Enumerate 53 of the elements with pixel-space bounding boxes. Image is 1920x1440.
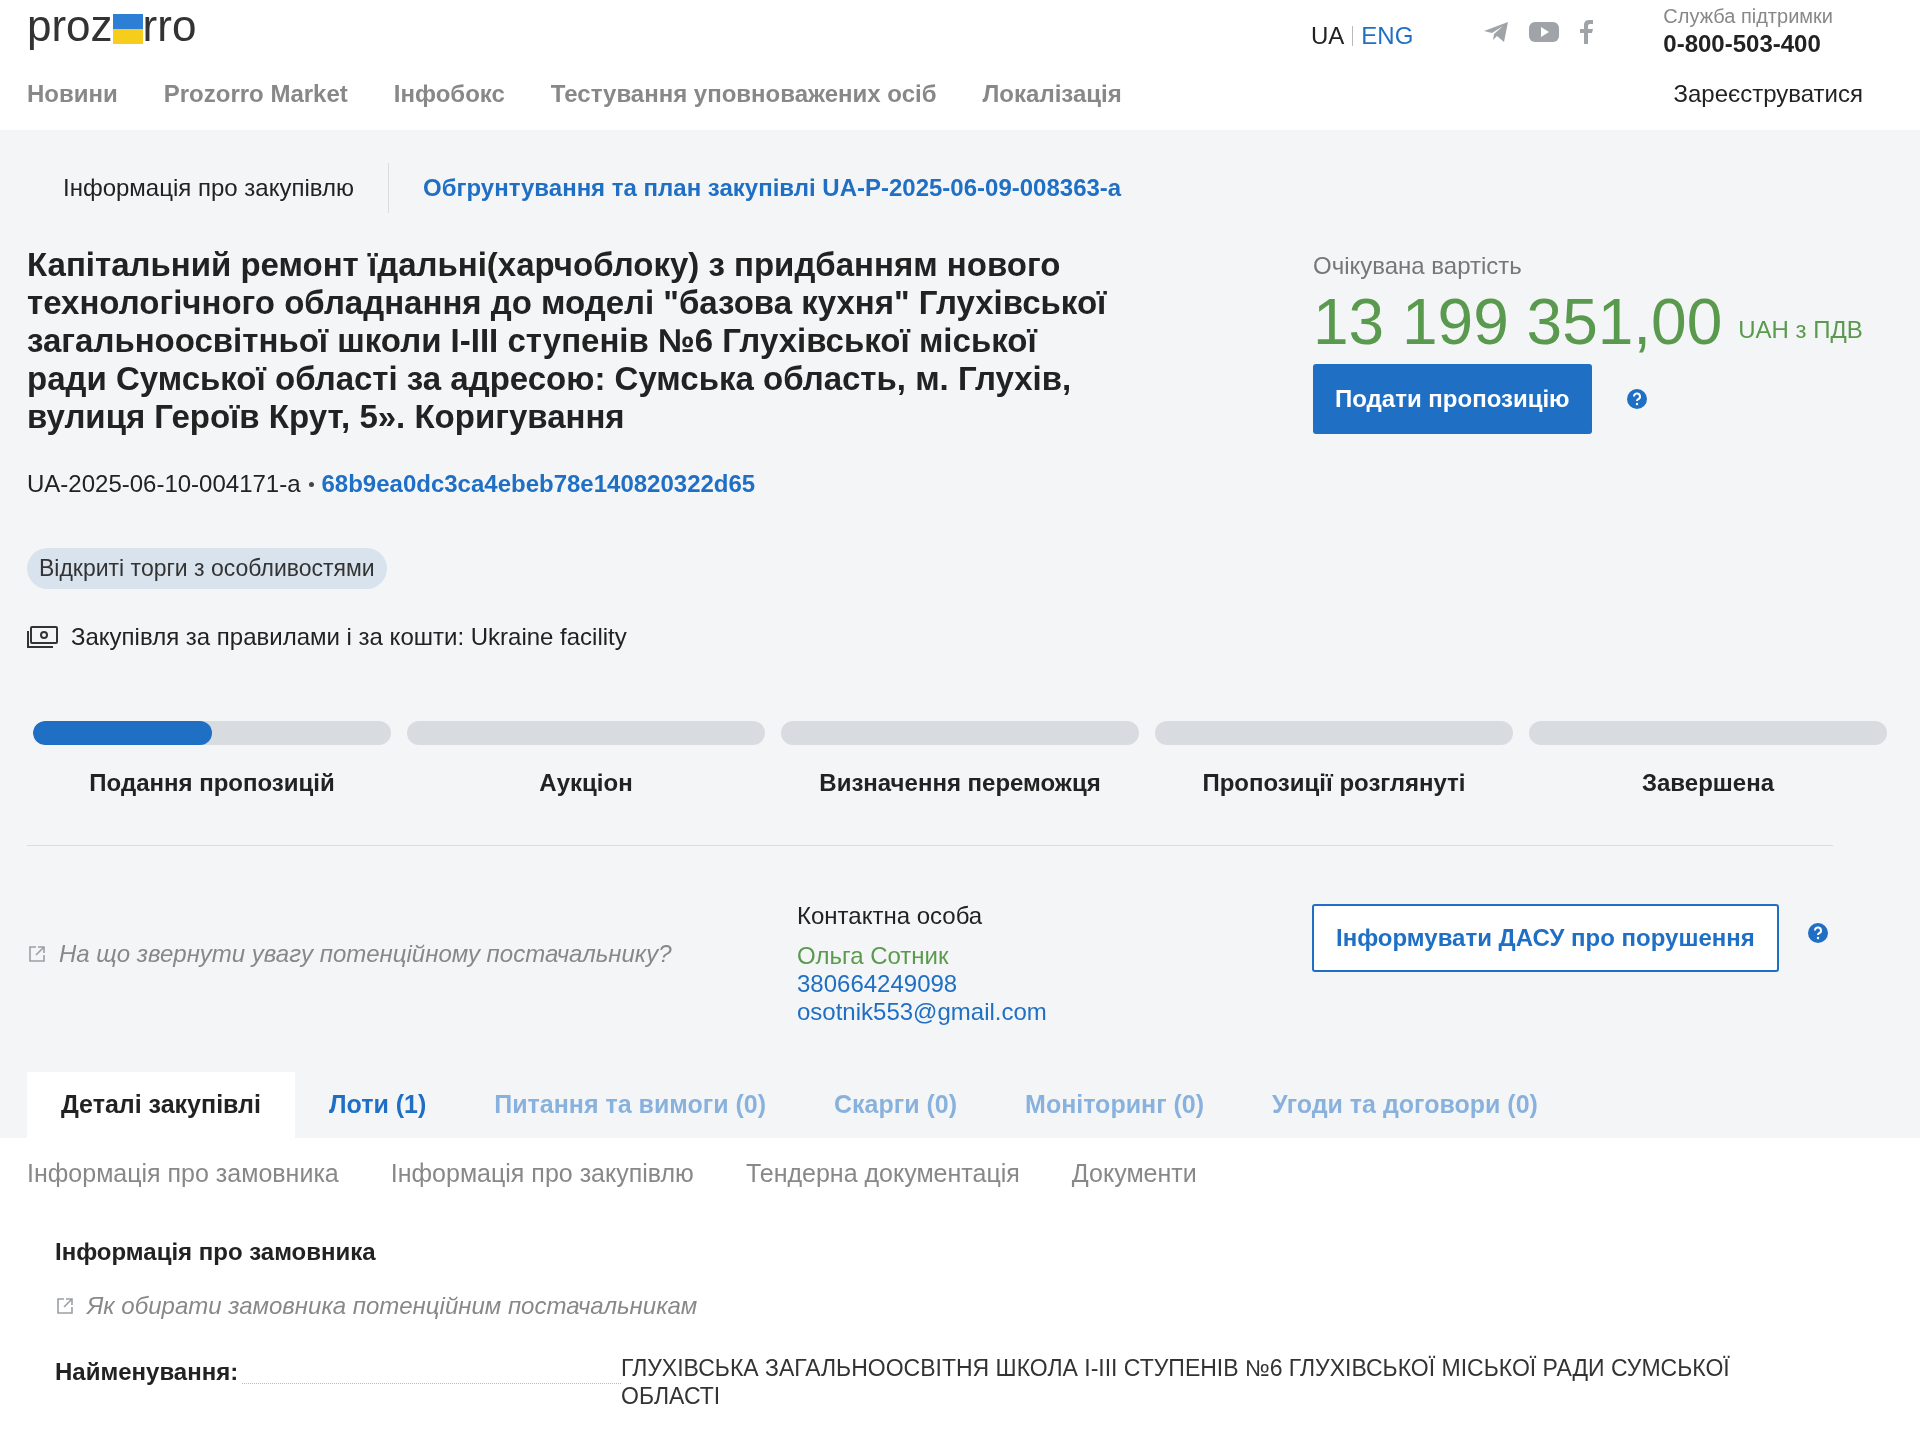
stage-label: Визначення переможця [819, 767, 1101, 798]
field-value: ГЛУХІВСЬКА ЗАГАЛЬНООСВІТНЯ ШКОЛА І-ІІІ СТУПЕНІВ №6 ГЛУХІВСЬКОЇ МІСЬКОЇ РАДИ СУМСЬКОЇ ОБЛАСТІ [621, 1353, 1731, 1410]
contact-label: Контактна особа [797, 901, 984, 930]
contact-name: Ольга Сотник [797, 941, 950, 970]
language-link[interactable]: ENG [1361, 18, 1414, 54]
facebook-icon[interactable] [1579, 20, 1594, 44]
section-link[interactable]: Тендерна документація [745, 1154, 1020, 1193]
nav-link[interactable]: Тестування уповноважених осіб [550, 76, 937, 112]
nav-link[interactable]: Prozorro Market [163, 76, 348, 112]
funding-text: Закупівля за правилами і за кошти: Ukraine facility [71, 621, 627, 652]
money-icon [27, 624, 59, 649]
tender-id: UA-2025-06-10-004171-a [27, 469, 301, 499]
customer-hint-link[interactable]: Як обирати замовника потенційним постачальникам [87, 1287, 698, 1324]
telegram-icon[interactable] [1483, 21, 1510, 43]
tender-title: Капітальний ремонт їдальні(харчоблоку) з придбанням нового технологічного обладнання до моделі "базова кухня" Глухівської загальноосвітньої школи І-ІІІ ступенів №6 Глухівської міської ради Сумської області за адресою: Сумська область, м. Глухів, вулиця Героїв Крут, 5». Коригування [27, 246, 1108, 436]
stage-label: Аукціон [539, 767, 633, 798]
supplier-hint-link[interactable]: На що звернути увагу потенційному постачальнику? [59, 935, 672, 972]
contact-phone[interactable]: 380664249098 [797, 969, 1312, 998]
logo-text[interactable]: proz [27, 4, 113, 48]
nav-link[interactable]: Інфобокс [393, 76, 505, 112]
stage-label: Подання пропозицій [89, 767, 335, 798]
value-label: Очікувана вартість [1313, 251, 1523, 281]
report-button[interactable]: Інформувати ДАСУ про порушення [1312, 903, 1779, 972]
details-tab[interactable]: Лоти (1) [294, 1071, 461, 1138]
info-tab[interactable]: Обгрунтування та план закупівлі UA-P-2025-06-09-008363-a [422, 170, 1122, 206]
external-link-icon [55, 1295, 75, 1316]
logo-text[interactable]: rro [142, 4, 197, 48]
language-link[interactable]: UA [1310, 18, 1345, 54]
help-icon[interactable] [1625, 388, 1648, 410]
support-phone[interactable]: 0-800-503-400 [1663, 29, 1833, 59]
expected-value: 13 199 351,00 [1313, 286, 1723, 358]
section-heading: Інформація про замовника [55, 1236, 377, 1267]
nav-link[interactable]: Новини [27, 76, 118, 112]
nav-link[interactable]: Локалізація [982, 76, 1122, 112]
tender-hash-link[interactable]: 68b9ea0dc3ca4ebeb78e140820322d65 [321, 466, 756, 502]
support-label: Служба підтримки [1663, 4, 1833, 29]
submit-bid-button[interactable]: Подати пропозицію [1313, 364, 1592, 434]
field-label: Найменування: [55, 1356, 239, 1387]
youtube-icon[interactable] [1529, 21, 1560, 43]
register-link[interactable]: Зареєструватися [1673, 76, 1863, 112]
contact-email[interactable]: osotnik553@gmail.com [797, 997, 1312, 1026]
help-icon[interactable] [1806, 921, 1829, 944]
section-link[interactable]: Документи [1071, 1154, 1197, 1193]
stage-label: Завершена [1642, 767, 1774, 798]
currency-label: UAH з ПДВ [1738, 315, 1863, 345]
flag-icon [112, 14, 143, 44]
section-link[interactable]: Інформація про закупівлю [390, 1154, 694, 1193]
section-link[interactable]: Інформація про замовника [27, 1154, 339, 1193]
stage-label: Пропозиції розглянуті [1202, 767, 1466, 798]
procedure-badge: Відкриті торги з особливостями [27, 548, 387, 589]
external-link-icon [27, 943, 47, 964]
details-tab[interactable]: Деталі закупівлі [27, 1071, 295, 1138]
info-tab[interactable]: Інформація про закупівлю [27, 170, 354, 206]
